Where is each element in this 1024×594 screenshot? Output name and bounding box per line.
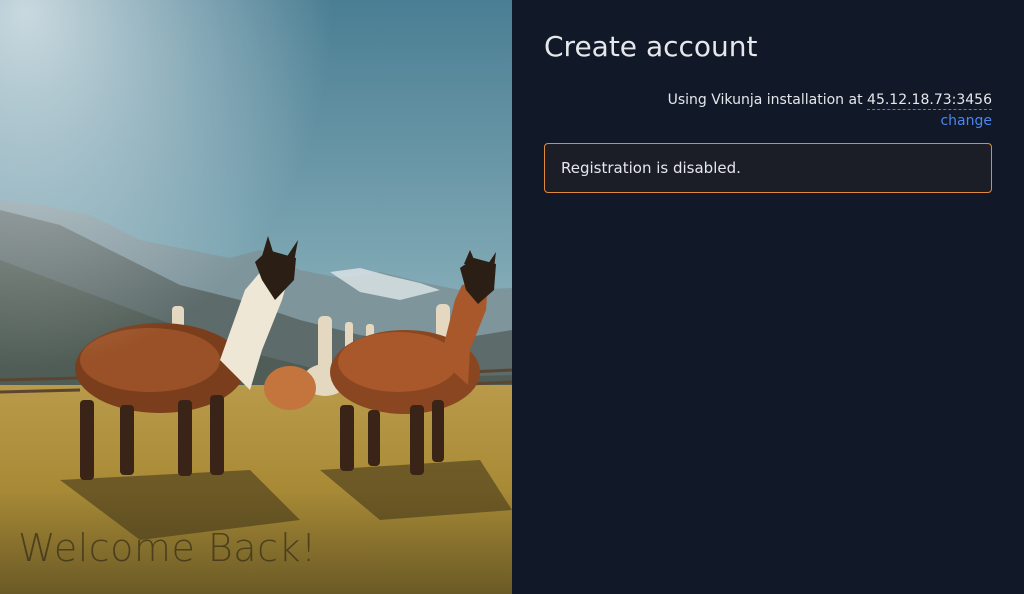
notice-text: Registration is disabled.: [561, 159, 741, 177]
welcome-heading: Welcome Back!: [18, 526, 317, 570]
hero-image: Welcome Back!: [0, 0, 512, 594]
registration-disabled-notice: Registration is disabled.: [544, 143, 992, 193]
llamas-photo: [0, 0, 512, 594]
login-page: Welcome Back! Create account Using Vikun…: [0, 0, 1024, 594]
installation-url: 45.12.18.73:3456: [867, 92, 992, 110]
register-form-panel: Create account Using Vikunja installatio…: [512, 0, 1024, 594]
page-title: Create account: [544, 30, 758, 63]
installation-prefix: Using Vikunja installation at: [667, 92, 863, 108]
change-installation-link[interactable]: change: [668, 111, 992, 132]
installation-info: Using Vikunja installation at 45.12.18.7…: [668, 90, 992, 132]
